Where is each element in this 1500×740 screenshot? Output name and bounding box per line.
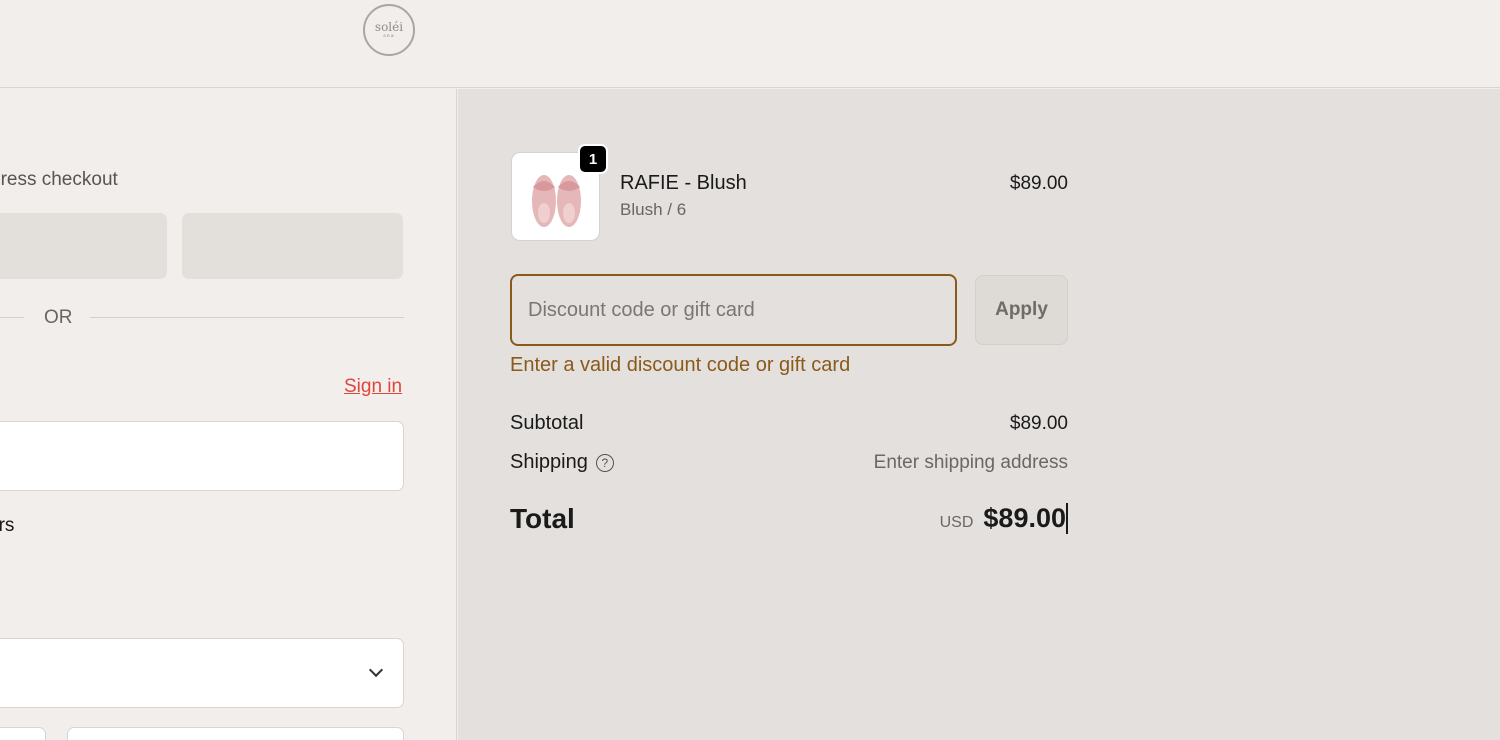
total-label: Total	[510, 503, 575, 534]
product-variant: Blush / 6	[620, 200, 687, 219]
last-name-field[interactable]	[67, 727, 404, 740]
shipping-value: Enter shipping address	[873, 452, 1068, 473]
express-checkout-label: press checkout	[0, 169, 118, 190]
divider-right	[90, 317, 404, 318]
order-summary-panel: 1 RAFIE - Blush Blush / 6 $89.00 Apply E…	[458, 89, 1500, 740]
express-pay-button-1[interactable]	[0, 213, 167, 279]
quantity-badge: 1	[578, 144, 608, 174]
discount-code-input[interactable]	[510, 274, 957, 346]
subtotal-value: $89.00	[1009, 413, 1068, 434]
product-name: RAFIE - Blush	[620, 172, 747, 194]
subtotal-label: Subtotal	[510, 412, 584, 434]
help-icon[interactable]: ?	[595, 453, 614, 472]
sign-in-link[interactable]: Sign in	[344, 376, 402, 398]
or-divider-label: OR	[44, 307, 73, 328]
product-price: $89.00	[1009, 173, 1068, 194]
newsletter-checkbox-label[interactable]: ers	[0, 515, 14, 537]
logo-subtext: sea	[383, 33, 395, 39]
first-name-field[interactable]	[0, 727, 46, 740]
express-pay-button-2[interactable]	[182, 213, 403, 279]
total-amount: USD $89.00	[940, 503, 1068, 534]
shipping-label: Shipping	[510, 451, 588, 473]
shipping-row-label: Shipping ?	[510, 451, 614, 474]
total-value: $89.00	[983, 503, 1068, 534]
page-header: soléi sea	[0, 0, 1500, 88]
country-select[interactable]	[0, 638, 404, 708]
brand-logo[interactable]: soléi sea	[363, 4, 415, 56]
logo-text: soléi	[374, 20, 404, 34]
checkout-form-panel: press checkout OR Sign in ers	[0, 89, 457, 740]
email-field[interactable]	[0, 421, 404, 491]
apply-discount-button[interactable]: Apply	[975, 275, 1068, 345]
chevron-down-icon	[368, 662, 384, 678]
discount-error-message: Enter a valid discount code or gift card	[510, 354, 851, 376]
currency-code: USD	[939, 514, 974, 531]
divider-left	[0, 317, 24, 318]
